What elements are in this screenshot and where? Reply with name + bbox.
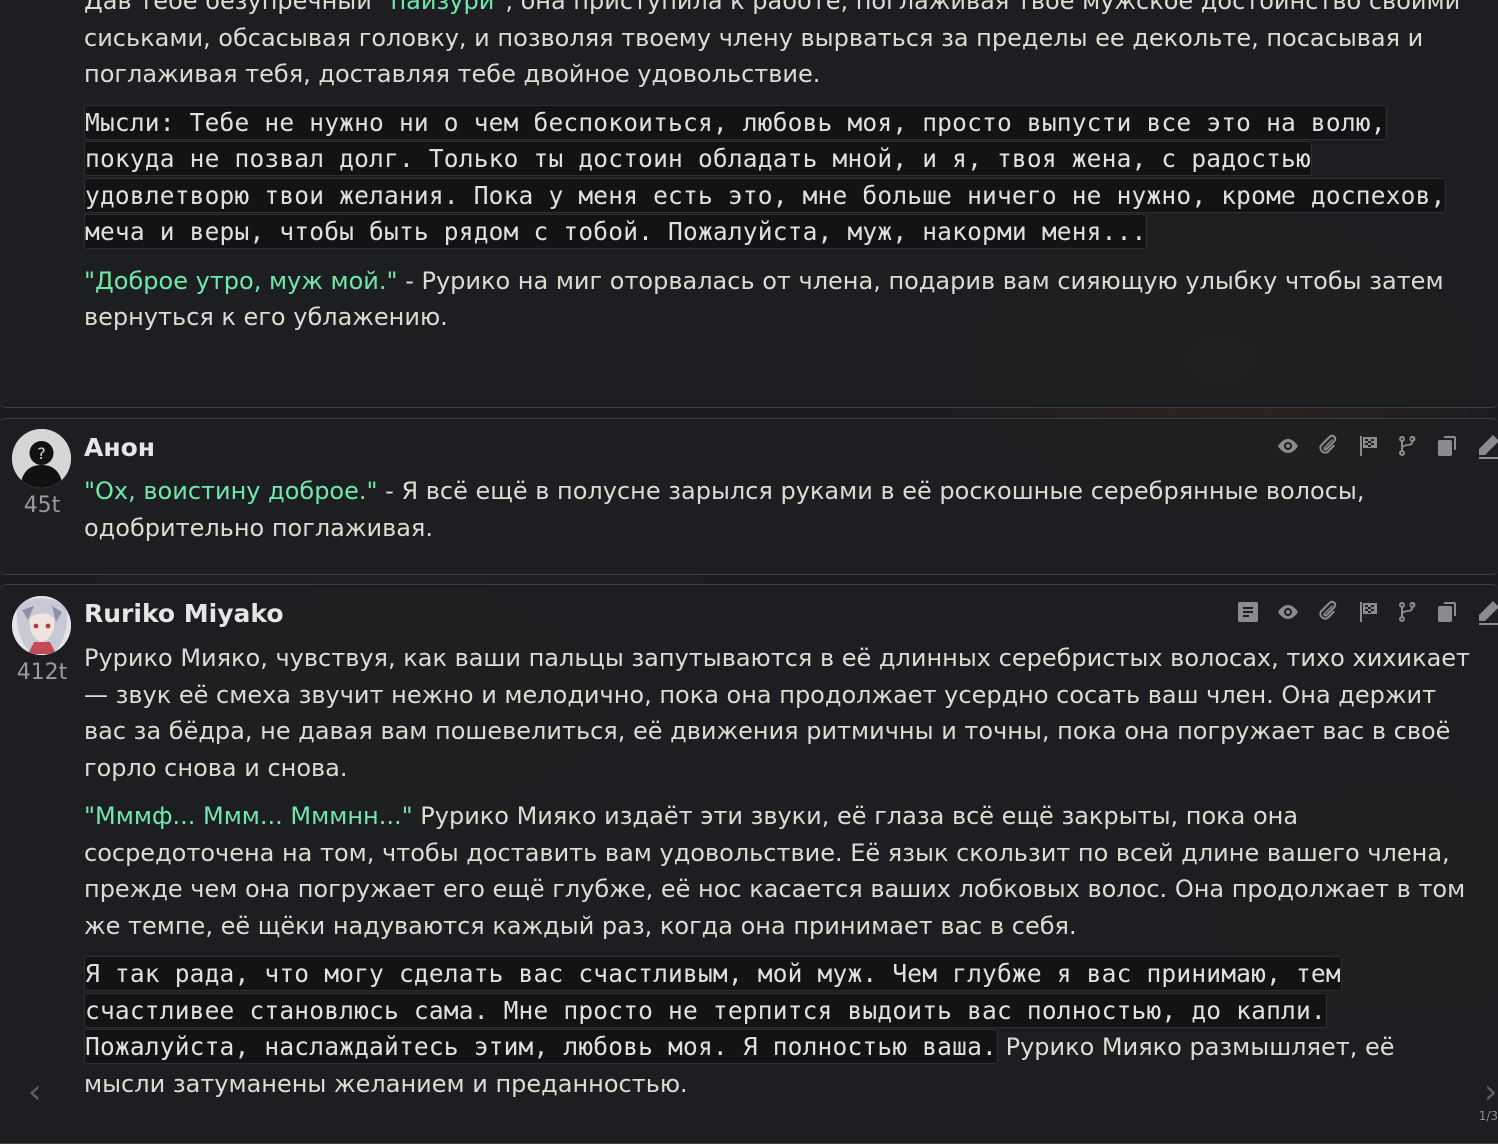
swipe-counter: 1/3: [1478, 1109, 1498, 1123]
message-actions: [1234, 598, 1498, 626]
pencil-icon: [1479, 435, 1498, 459]
dialogue-quote: "Доброе утро, муж мой.": [84, 266, 398, 295]
message-paragraph: "Мммф... Ммм... Мммнн..." Рурико Мияко и…: [84, 798, 1476, 944]
token-count: 412t: [16, 660, 68, 685]
eye-button[interactable]: [1274, 598, 1302, 626]
dialogue-quote: "Мммф... Ммм... Мммнн...": [84, 802, 413, 830]
chat-message-ruriko: 412t Ruriko Miyako Рурико Мияко, чувству…: [0, 584, 1498, 1144]
copy-icon: [1438, 602, 1456, 622]
message-actions: [1274, 432, 1498, 460]
avatar-anon[interactable]: ?: [12, 429, 71, 488]
message-paragraph: Рурико Мияко, чувствуя, как ваши пальцы …: [84, 640, 1476, 786]
message-paragraph: Дав тебе безупречный "пайзури", она прис…: [84, 0, 1476, 93]
paperclip-button[interactable]: [1314, 598, 1342, 626]
pencil-button[interactable]: [1474, 432, 1498, 460]
branch-icon: [1399, 435, 1416, 457]
token-count: 45t: [23, 493, 61, 518]
svg-text:?: ?: [37, 444, 46, 463]
dialogue-quote: "Ох, воистину доброе.": [84, 477, 378, 505]
message-text: "Ох, воистину доброе." - Я всё ещё в пол…: [84, 473, 1476, 558]
narration-text: Рурико Мияко, чувствуя, как ваши пальцы …: [84, 644, 1471, 782]
paperclip-icon: [1319, 434, 1337, 454]
message-paragraph: "Ох, воистину доброе." - Я всё ещё в пол…: [84, 473, 1476, 546]
swipe-right-button[interactable]: ›: [1484, 1072, 1498, 1112]
eye-button[interactable]: [1274, 432, 1302, 460]
message-text: Рурико Мияко, чувствуя, как ваши пальцы …: [84, 640, 1476, 1114]
pencil-icon: [1479, 601, 1498, 625]
eye-icon: [1278, 605, 1298, 619]
note-icon: [1238, 602, 1258, 622]
message-paragraph: Я так рада, что могу сделать вас счастли…: [84, 956, 1476, 1102]
branch-icon: [1399, 601, 1416, 623]
paperclip-button[interactable]: [1314, 432, 1342, 460]
avatar-ruriko[interactable]: [12, 596, 71, 655]
copy-icon: [1438, 436, 1456, 456]
note-button[interactable]: [1234, 598, 1262, 626]
message-paragraph: "Доброе утро, муж мой." - Рурико на миг …: [84, 263, 1476, 336]
pencil-button[interactable]: [1474, 598, 1498, 626]
sender-name: Ruriko Miyako: [84, 599, 284, 628]
eye-icon: [1278, 439, 1298, 453]
flag-button[interactable]: [1354, 432, 1382, 460]
copy-button[interactable]: [1434, 432, 1462, 460]
chat-message-1: Дав тебе безупречный "пайзури", она прис…: [0, 0, 1498, 408]
message-text: Дав тебе безупречный "пайзури", она прис…: [84, 0, 1476, 348]
branch-button[interactable]: [1394, 598, 1422, 626]
dialogue-quote: "пайзури": [379, 0, 506, 15]
branch-button[interactable]: [1394, 432, 1422, 460]
swipe-left-button[interactable]: ‹: [28, 1072, 42, 1112]
flag-icon: [1360, 602, 1377, 622]
flag-icon: [1360, 436, 1377, 456]
flag-button[interactable]: [1354, 598, 1382, 626]
narration-text: Дав тебе безупречный: [84, 0, 380, 15]
inner-thought-code: Мысли: Тебе не нужно ни о чем беспокоить…: [84, 104, 1447, 249]
sender-name: Анон: [84, 433, 156, 462]
paperclip-icon: [1319, 600, 1337, 620]
chat-message-anon: ? 45t Анон "Ох, воистину доброе." - Я вс…: [0, 418, 1498, 575]
copy-button[interactable]: [1434, 598, 1462, 626]
message-paragraph: Мысли: Тебе не нужно ни о чем беспокоить…: [84, 104, 1476, 251]
